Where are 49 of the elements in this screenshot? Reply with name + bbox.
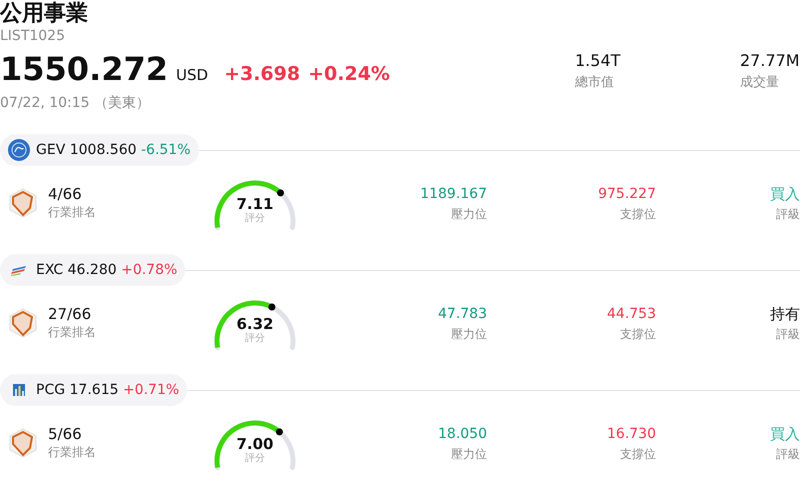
- rank-label: 行業排名: [48, 204, 96, 221]
- rating-label: 評級: [776, 326, 800, 343]
- score-value: 6.32: [236, 315, 274, 333]
- stock-chip[interactable]: PCG 17.615 +0.71%: [0, 374, 188, 406]
- rating-label: 評級: [776, 446, 800, 463]
- currency: USD: [176, 65, 208, 86]
- resistance-label: 壓力位: [451, 206, 487, 223]
- score-value: 7.00: [236, 435, 274, 453]
- score-label: 評分: [245, 213, 265, 224]
- rank-label: 行業排名: [48, 444, 96, 461]
- rating-value: 買入: [770, 184, 800, 205]
- support-value: 975.227: [598, 185, 656, 204]
- radar-chart-icon: [8, 307, 38, 339]
- stock-chip[interactable]: GEV 1008.560 -6.51%: [0, 134, 199, 166]
- gauge-fill: [214, 300, 276, 348]
- rating-label: 評級: [776, 206, 800, 223]
- gauge-fill: [214, 180, 284, 228]
- stat-label: 總市值: [575, 74, 615, 92]
- price-change: +3.698: [224, 62, 300, 87]
- rating-value: 持有: [770, 304, 800, 325]
- rank-label: 行業排名: [48, 324, 96, 341]
- score-label: 評分: [245, 333, 265, 344]
- resistance-label: 壓力位: [451, 446, 487, 463]
- rank-value: 4/66: [48, 185, 83, 203]
- score-label: 評分: [245, 453, 265, 464]
- gauge-fill: [214, 420, 283, 468]
- support-label: 支撐位: [620, 446, 656, 463]
- timestamp: 07/22, 10:15 （美東）: [0, 94, 152, 112]
- rank-value: 27/66: [48, 305, 92, 323]
- resistance-value: 18.050: [438, 425, 487, 444]
- radar-chart-icon: [8, 427, 38, 459]
- radar-chart-icon: [8, 187, 38, 219]
- stat-value: 27.77M: [740, 50, 800, 72]
- rank-value: 5/66: [48, 425, 83, 443]
- stat-value: 1.54T: [575, 50, 622, 72]
- percent-change: +0.24%: [308, 62, 390, 87]
- rating-value: 買入: [770, 424, 800, 445]
- support-value: 44.753: [607, 305, 656, 324]
- index-code: LIST1025: [0, 28, 66, 44]
- support-value: 16.730: [607, 425, 656, 444]
- stat-label: 成交量: [740, 74, 780, 92]
- price: 1550.272: [0, 50, 168, 88]
- resistance-value: 1189.167: [420, 185, 487, 204]
- score-value: 7.11: [236, 195, 274, 213]
- support-label: 支撐位: [620, 206, 656, 223]
- resistance-label: 壓力位: [451, 326, 487, 343]
- stock-chip[interactable]: EXC 46.280 +0.78%: [0, 254, 186, 286]
- support-label: 支撐位: [620, 326, 656, 343]
- resistance-value: 47.783: [438, 305, 487, 324]
